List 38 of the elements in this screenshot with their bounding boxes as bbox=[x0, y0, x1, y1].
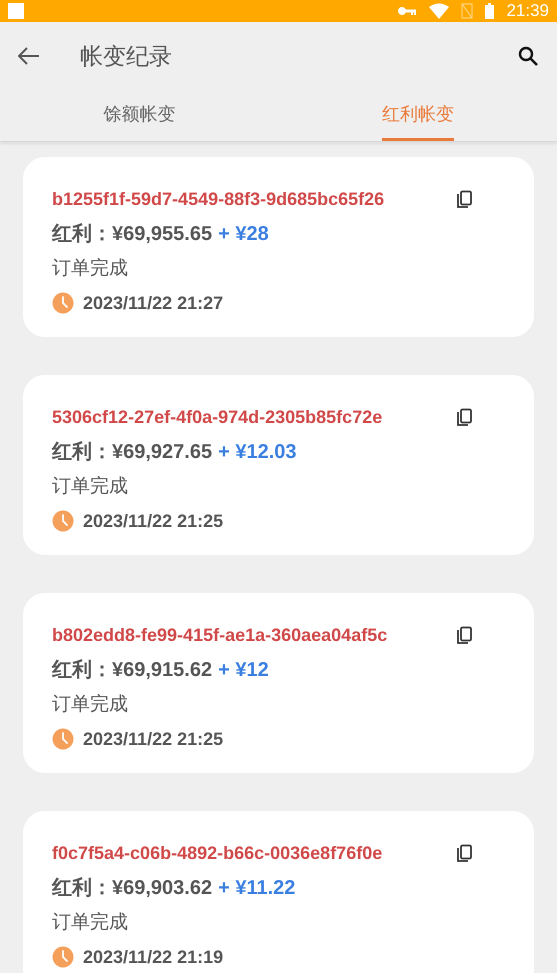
order-time: 2023/11/22 21:19 bbox=[83, 946, 224, 968]
search-button[interactable] bbox=[516, 44, 540, 68]
wifi-icon bbox=[429, 3, 450, 19]
clock-time: 21:39 bbox=[506, 0, 549, 22]
clock-icon bbox=[52, 510, 74, 532]
copy-icon[interactable] bbox=[456, 190, 474, 210]
bonus-change: + ¥12 bbox=[218, 658, 269, 683]
bonus-balance: 红利：¥69,955.65 bbox=[52, 222, 212, 247]
bonus-change: + ¥11.22 bbox=[218, 876, 296, 901]
key-icon bbox=[397, 5, 418, 17]
order-status: 订单完成 bbox=[52, 693, 128, 717]
bonus-balance: 红利：¥69,927.65 bbox=[52, 440, 212, 465]
copy-icon[interactable] bbox=[456, 626, 474, 646]
clock-icon bbox=[52, 728, 74, 750]
order-time: 2023/11/22 21:25 bbox=[83, 728, 224, 750]
order-id: f0c7f5a4-c06b-4892-b66c-0036e8f76f0e bbox=[52, 842, 382, 865]
bonus-balance: 红利：¥69,915.62 bbox=[52, 658, 212, 683]
sim-icon bbox=[461, 3, 474, 19]
order-time: 2023/11/22 21:25 bbox=[83, 510, 224, 532]
copy-icon[interactable] bbox=[456, 844, 474, 864]
order-status: 订单完成 bbox=[52, 257, 128, 281]
bonus-balance: 红利：¥69,903.62 bbox=[52, 876, 212, 901]
order-status: 订单完成 bbox=[52, 911, 128, 935]
order-id: b1255f1f-59d7-4549-88f3-9d685bc65f26 bbox=[52, 188, 384, 211]
order-id: b802edd8-fe99-415f-ae1a-360aea04af5c bbox=[52, 624, 388, 647]
clock-icon bbox=[52, 292, 74, 314]
page-title: 帐变纪录 bbox=[80, 42, 172, 71]
tab[interactable]: 馀额帐变 bbox=[0, 90, 278, 141]
tab[interactable]: 红利帐变 bbox=[278, 90, 557, 141]
order-id: 5306cf12-27ef-4f0a-974d-2305b85fc72e bbox=[52, 406, 382, 429]
battery-icon bbox=[485, 3, 494, 19]
order-status: 订单完成 bbox=[52, 475, 128, 499]
copy-icon[interactable] bbox=[456, 408, 474, 428]
order-time: 2023/11/22 21:27 bbox=[83, 292, 224, 314]
notification-icon bbox=[8, 3, 24, 19]
clock-icon bbox=[52, 946, 74, 968]
bonus-change: + ¥12.03 bbox=[218, 440, 297, 465]
bonus-change: + ¥28 bbox=[218, 222, 269, 247]
